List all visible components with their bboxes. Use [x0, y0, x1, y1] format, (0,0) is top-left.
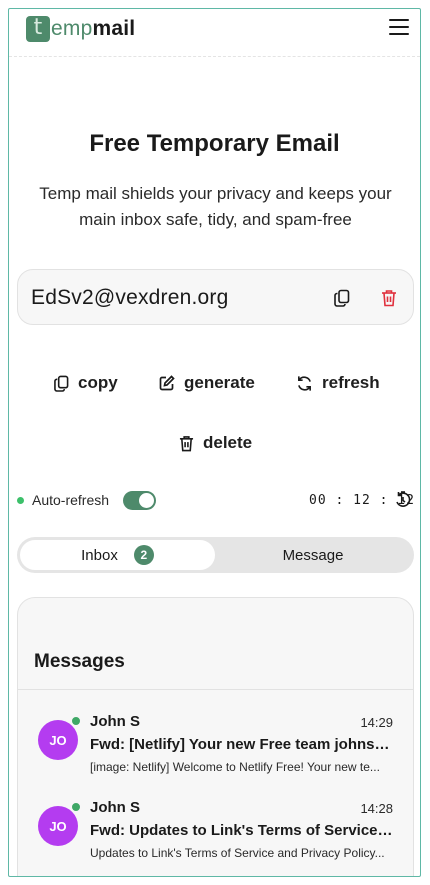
- message-sender: John S: [90, 799, 141, 816]
- auto-refresh-row: Auto-refresh 00 : 12 : 12: [9, 489, 420, 513]
- divider: [18, 689, 413, 690]
- tab-inbox-label: Inbox: [81, 546, 118, 564]
- refresh-icon: [298, 375, 311, 391]
- logo-text-light: emp: [51, 17, 93, 40]
- hamburger-menu-icon[interactable]: [389, 19, 409, 37]
- app-frame: t empmail Free Temporary Email Temp mail…: [8, 8, 421, 877]
- tab-message[interactable]: Message: [215, 540, 411, 570]
- copy-label: copy: [78, 373, 118, 392]
- edit-icon: [159, 375, 175, 391]
- message-subject: Fwd: [Netlify] Your new Free team johnsh…: [90, 736, 394, 753]
- online-indicator: [71, 716, 81, 726]
- message-subject: Fwd: Updates to Link's Terms of Service …: [90, 822, 394, 839]
- timer-reset-icon[interactable]: [394, 491, 412, 509]
- message-item[interactable]: JO John S 14:29 Fwd: [Netlify] Your new …: [18, 698, 413, 778]
- timer-minutes: 12: [353, 493, 371, 508]
- message-item[interactable]: JO John S 14:28 Fwd: Updates to Link's T…: [18, 784, 413, 864]
- email-address-box: EdSv2@vexdren.org: [17, 269, 414, 325]
- copy-icon: [54, 375, 69, 392]
- page-subtitle: Temp mail shields your privacy and keeps…: [39, 184, 392, 229]
- refresh-label: refresh: [322, 373, 380, 392]
- refresh-button[interactable]: refresh: [296, 373, 380, 393]
- trash-icon[interactable]: [380, 288, 398, 308]
- online-indicator: [71, 802, 81, 812]
- status-dot: [17, 497, 24, 504]
- avatar: JO: [38, 720, 78, 760]
- delete-button[interactable]: delete: [179, 433, 252, 453]
- generate-label: generate: [184, 373, 255, 392]
- messages-panel: Messages JO John S 14:29 Fwd: [Netlify] …: [17, 597, 414, 876]
- copy-icon[interactable]: [333, 288, 351, 308]
- email-address[interactable]: EdSv2@vexdren.org: [31, 286, 229, 310]
- logo-text: empmail: [51, 17, 135, 41]
- messages-title: Messages: [34, 651, 125, 672]
- tab-inbox[interactable]: Inbox 2: [20, 540, 215, 570]
- auto-refresh-toggle[interactable]: [123, 491, 156, 510]
- auto-refresh-label: Auto-refresh: [32, 492, 110, 508]
- generate-button[interactable]: generate: [159, 373, 255, 393]
- view-tabs: Inbox 2 Message: [17, 537, 414, 573]
- trash-icon: [179, 435, 194, 451]
- message-preview: Updates to Link's Terms of Service and P…: [90, 846, 385, 860]
- logo-text-bold: mail: [92, 17, 136, 40]
- message-time: 14:29: [360, 715, 393, 730]
- copy-button[interactable]: copy: [54, 373, 118, 393]
- header: t empmail: [9, 9, 420, 57]
- message-sender: John S: [90, 713, 141, 730]
- logo-badge: t: [26, 16, 50, 42]
- message-time: 14:28: [360, 801, 393, 816]
- timer-hours: 00: [309, 493, 327, 508]
- delete-label: delete: [203, 433, 253, 452]
- message-preview: [image: Netlify] Welcome to Netlify Free…: [90, 760, 380, 774]
- avatar: JO: [38, 806, 78, 846]
- logo[interactable]: t empmail: [26, 16, 135, 42]
- page-title: Free Temporary Email: [89, 130, 340, 157]
- tab-message-label: Message: [282, 546, 344, 564]
- inbox-count-badge: 2: [133, 545, 154, 565]
